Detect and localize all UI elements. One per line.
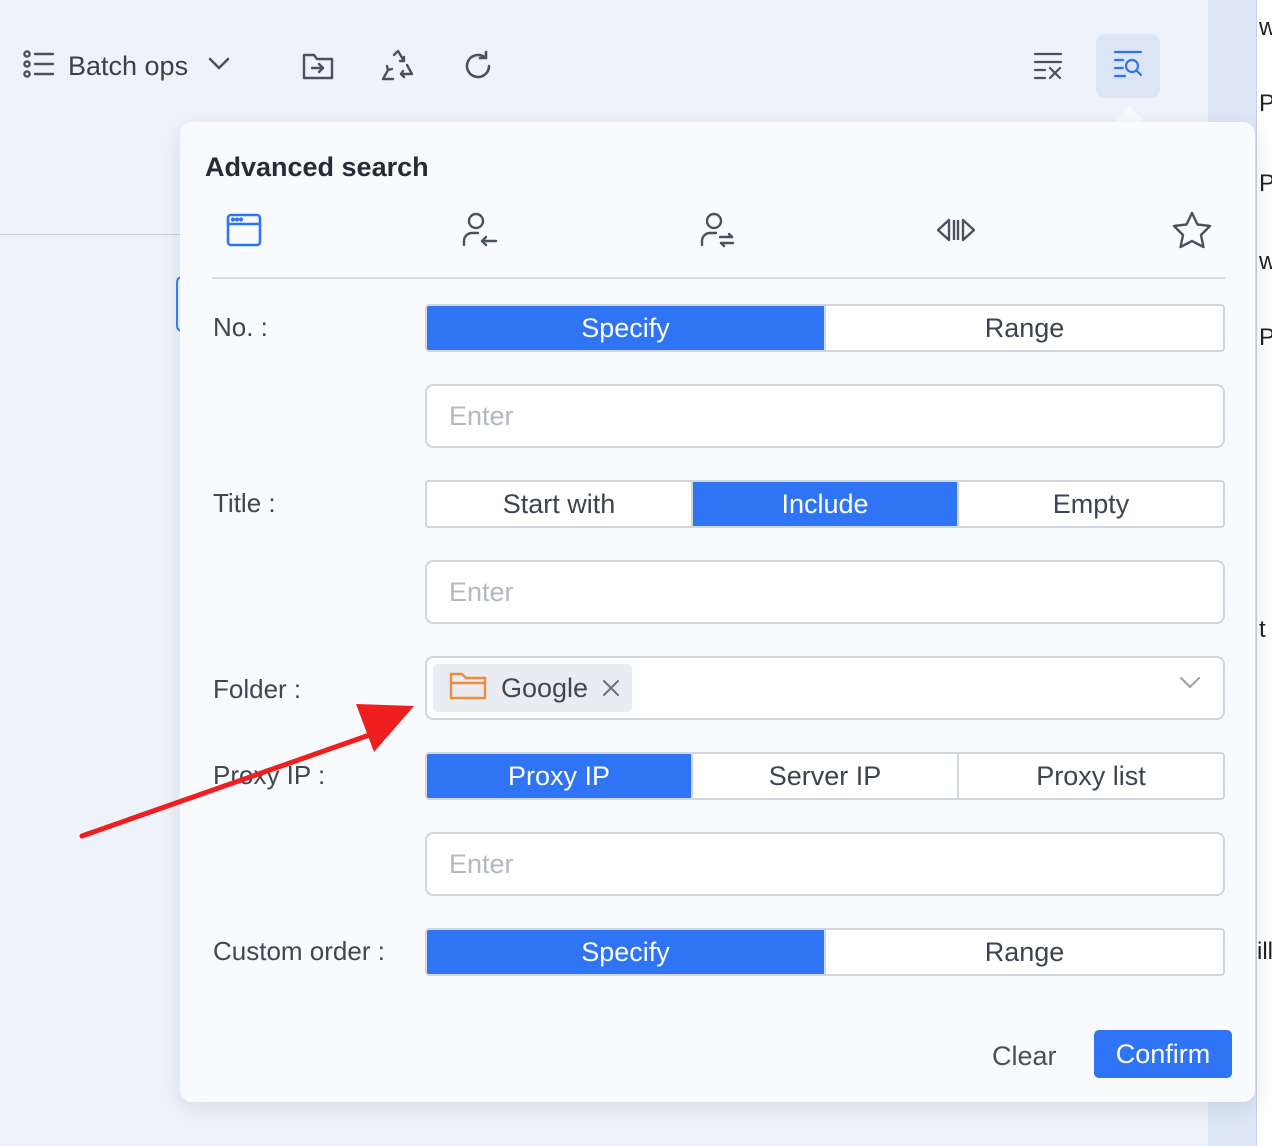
title-mode-segmented: Start with Include Empty — [425, 480, 1225, 528]
chevron-down-icon — [208, 57, 230, 76]
folder-move-icon[interactable] — [298, 46, 338, 86]
proxy-ip-option[interactable]: Proxy IP — [427, 754, 693, 798]
list-icon — [22, 49, 56, 84]
proxy-ip-label: Proxy IP : — [213, 760, 326, 790]
refresh-icon[interactable] — [458, 46, 498, 86]
confirm-button[interactable]: Confirm — [1094, 1030, 1232, 1078]
title-label: Title : — [213, 488, 276, 518]
folder-tag: Google — [433, 664, 633, 712]
star-icon[interactable] — [1170, 208, 1214, 252]
panel-title: Advanced search — [205, 152, 429, 182]
bg-text: P — [1259, 90, 1272, 118]
advanced-search-panel: Advanced search No.: Specify Range Ente… — [180, 122, 1255, 1102]
custom-order-specify-option[interactable]: Specify — [427, 930, 826, 974]
advanced-search-toggle[interactable] — [1096, 34, 1160, 98]
user-import-icon[interactable] — [458, 208, 502, 252]
folder-label: Folder : — [213, 674, 302, 704]
batch-ops-label: Batch ops — [68, 50, 189, 81]
remove-tag-icon[interactable] — [602, 679, 620, 697]
no-specify-option[interactable]: Specify — [427, 306, 826, 350]
proxy-mode-segmented: Proxy IP Server IP Proxy list — [425, 752, 1225, 800]
no-mode-segmented: Specify Range — [425, 304, 1225, 352]
bg-text: P — [1259, 170, 1272, 198]
user-transfer-icon[interactable] — [696, 208, 740, 252]
split-view-icon[interactable] — [934, 208, 978, 252]
tabs-divider — [212, 277, 1225, 279]
no-range-option[interactable]: Range — [826, 306, 1223, 350]
title-include-option[interactable]: Include — [693, 482, 959, 526]
proxy-ip-input[interactable] — [425, 832, 1225, 896]
server-ip-option[interactable]: Server IP — [693, 754, 959, 798]
title-input[interactable] — [425, 560, 1225, 624]
advanced-search-icon — [1111, 48, 1145, 85]
folder-tag-label: Google — [501, 672, 589, 703]
title-start-with-option[interactable]: Start with — [427, 482, 693, 526]
no-label: No. : — [213, 312, 268, 342]
chevron-down-icon — [1179, 676, 1201, 695]
folder-select[interactable]: Google — [425, 656, 1225, 720]
title-empty-option[interactable]: Empty — [959, 482, 1223, 526]
bg-text: t — [1259, 616, 1266, 643]
bg-text: ill — [1257, 938, 1272, 965]
folder-icon — [449, 671, 487, 706]
batch-ops-dropdown[interactable]: Batch ops — [22, 46, 230, 86]
bg-text: P — [1259, 324, 1272, 352]
custom-order-segmented: Specify Range — [425, 928, 1225, 976]
search-category-tabs — [210, 208, 1226, 258]
bg-text: w — [1259, 248, 1272, 276]
browser-window-icon[interactable] — [222, 208, 266, 252]
toolbar: Batch ops — [0, 0, 1208, 130]
recycle-icon[interactable] — [378, 46, 418, 86]
no-input[interactable] — [425, 384, 1225, 448]
clear-filter-icon[interactable] — [1028, 46, 1068, 86]
proxy-list-option[interactable]: Proxy list — [959, 754, 1223, 798]
custom-order-range-option[interactable]: Range — [826, 930, 1223, 974]
custom-order-label: Custom order : — [213, 936, 385, 966]
bg-text: w — [1259, 14, 1272, 42]
background-content-edge: w P P w P t ill — [1256, 0, 1272, 1146]
clear-button[interactable]: Clear — [982, 1032, 1067, 1080]
divider — [0, 234, 180, 235]
